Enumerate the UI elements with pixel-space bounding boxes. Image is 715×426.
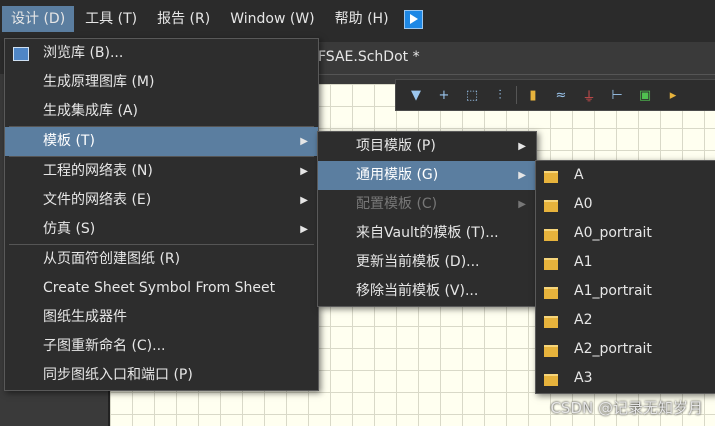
app-icon[interactable]: [403, 9, 423, 29]
menu-item-update-template[interactable]: 更新当前模板 (D)...: [318, 248, 536, 277]
general-templates-submenu: A A0 A0_portrait A1 A1_portrait A2 A2_po…: [535, 160, 715, 394]
template-file-icon: [544, 287, 558, 299]
template-file-icon: [544, 229, 558, 241]
menu-item-sync-sheet-entries[interactable]: 同步图纸入口和端口 (P): [5, 361, 318, 390]
submenu-arrow-icon: ▶: [518, 199, 526, 210]
menu-item-label: 配置模板 (C): [356, 196, 438, 212]
toolbar-separator: [516, 86, 517, 104]
template-item[interactable]: A: [536, 161, 715, 190]
select-rect-icon[interactable]: ⬚: [460, 84, 484, 106]
menu-item-remove-template[interactable]: 移除当前模板 (V)...: [318, 277, 536, 306]
menu-item-vault-template[interactable]: 来自Vault的模板 (T)...: [318, 219, 536, 248]
menu-item-label: 浏览库 (B)...: [43, 45, 124, 61]
menu-item-label: 工程的网络表 (N): [43, 163, 153, 179]
template-label: A0: [574, 196, 593, 212]
menu-item-browse-library[interactable]: 浏览库 (B)...: [5, 39, 318, 68]
menu-item-label: 生成原理图库 (M): [43, 74, 155, 90]
menu-item-label: 更新当前模板 (D)...: [356, 254, 480, 270]
menu-item-label: Create Sheet Symbol From Sheet: [43, 280, 276, 296]
template-label: A2: [574, 312, 593, 328]
menu-item-create-component-from-sheet[interactable]: 图纸生成器件: [5, 303, 318, 332]
template-item[interactable]: A1_portrait: [536, 277, 715, 306]
template-label: A3: [574, 370, 593, 386]
menu-item-label: 模板 (T): [43, 133, 95, 149]
template-file-icon: [544, 374, 558, 386]
menu-item-create-sheet-from-symbol[interactable]: 从页面符创建图纸 (R): [5, 245, 318, 274]
template-label: A1_portrait: [574, 283, 652, 299]
submenu-arrow-icon: ▶: [300, 136, 308, 147]
crosshair-icon[interactable]: +: [432, 84, 456, 106]
ground-icon[interactable]: ⏚: [577, 84, 601, 106]
library-browse-icon: [13, 47, 29, 61]
submenu-arrow-icon: ▶: [300, 195, 308, 206]
submenu-arrow-icon: ▶: [518, 170, 526, 181]
template-file-icon: [544, 171, 558, 183]
menu-item-make-schematic-library[interactable]: 生成原理图库 (M): [5, 68, 318, 97]
bus-icon[interactable]: ≈: [549, 84, 573, 106]
menu-item-label: 项目模版 (P): [356, 138, 436, 154]
align-icon[interactable]: ⫶: [488, 84, 512, 106]
document-tab-label: FSAE.SchDot *: [318, 49, 420, 65]
menu-item-project-netlist[interactable]: 工程的网络表 (N) ▶: [5, 157, 318, 186]
template-file-icon: [544, 345, 558, 357]
design-menu: 浏览库 (B)... 生成原理图库 (M) 生成集成库 (A) 模板 (T) ▶…: [4, 38, 319, 391]
component-icon[interactable]: ▮: [521, 84, 545, 106]
menu-item-make-integrated-library[interactable]: 生成集成库 (A): [5, 97, 318, 126]
menu-item-label: 生成集成库 (A): [43, 103, 138, 119]
menu-item-templates[interactable]: 模板 (T) ▶: [5, 127, 318, 156]
menubar: 设计 (D) 工具 (T) 报告 (R) Window (W) 帮助 (H): [0, 0, 715, 38]
template-file-icon: [544, 316, 558, 328]
template-item[interactable]: A0_portrait: [536, 219, 715, 248]
submenu-arrow-icon: ▶: [300, 166, 308, 177]
menu-reports[interactable]: 报告 (R): [148, 6, 219, 32]
menu-item-simulate[interactable]: 仿真 (S) ▶: [5, 215, 318, 244]
menu-item-label: 通用模版 (G): [356, 167, 439, 183]
template-label: A1: [574, 254, 593, 270]
filter-icon[interactable]: ▼: [404, 84, 428, 106]
template-item[interactable]: A2_portrait: [536, 335, 715, 364]
menu-item-project-templates[interactable]: 项目模版 (P) ▶: [318, 132, 536, 161]
menu-item-general-templates[interactable]: 通用模版 (G) ▶: [318, 161, 536, 190]
menu-item-label: 来自Vault的模板 (T)...: [356, 225, 499, 241]
submenu-arrow-icon: ▶: [518, 141, 526, 152]
menu-item-label: 同步图纸入口和端口 (P): [43, 367, 193, 383]
menu-item-config-templates: 配置模板 (C) ▶: [318, 190, 536, 219]
menu-help[interactable]: 帮助 (H): [326, 6, 398, 32]
menu-item-create-symbol-from-sheet[interactable]: Create Sheet Symbol From Sheet: [5, 274, 318, 303]
menu-item-label: 图纸生成器件: [43, 309, 127, 325]
schematic-toolbar: ▼ + ⬚ ⫶ ▮ ≈ ⏚ ⊢ ▣ ▸: [395, 79, 715, 111]
menu-item-label: 从页面符创建图纸 (R): [43, 251, 181, 267]
menu-item-label: 仿真 (S): [43, 221, 96, 237]
menu-item-label: 文件的网络表 (E): [43, 192, 152, 208]
template-file-icon: [544, 258, 558, 270]
template-item[interactable]: A0: [536, 190, 715, 219]
watermark: CSDN @记录无知岁月: [550, 399, 703, 417]
template-label: A: [574, 167, 584, 183]
menu-item-rename-child-sheet[interactable]: 子图重新命名 (C)...: [5, 332, 318, 361]
menu-window[interactable]: Window (W): [221, 6, 323, 32]
port-icon[interactable]: ⊢: [605, 84, 629, 106]
template-item[interactable]: A3: [536, 364, 715, 393]
template-label: A2_portrait: [574, 341, 652, 357]
template-submenu: 项目模版 (P) ▶ 通用模版 (G) ▶ 配置模板 (C) ▶ 来自Vault…: [317, 131, 537, 307]
menu-tools[interactable]: 工具 (T): [76, 6, 146, 32]
menu-design[interactable]: 设计 (D): [2, 6, 75, 32]
template-item[interactable]: A2: [536, 306, 715, 335]
template-label: A0_portrait: [574, 225, 652, 241]
template-item[interactable]: A1: [536, 248, 715, 277]
submenu-arrow-icon: ▶: [300, 224, 308, 235]
part-icon[interactable]: ▣: [633, 84, 657, 106]
menu-item-document-netlist[interactable]: 文件的网络表 (E) ▶: [5, 186, 318, 215]
menu-item-label: 子图重新命名 (C)...: [43, 338, 166, 354]
menu-item-label: 移除当前模板 (V)...: [356, 283, 479, 299]
template-file-icon: [544, 200, 558, 212]
document-tab[interactable]: FSAE.SchDot *: [310, 42, 715, 75]
net-label-icon[interactable]: ▸: [661, 84, 685, 106]
